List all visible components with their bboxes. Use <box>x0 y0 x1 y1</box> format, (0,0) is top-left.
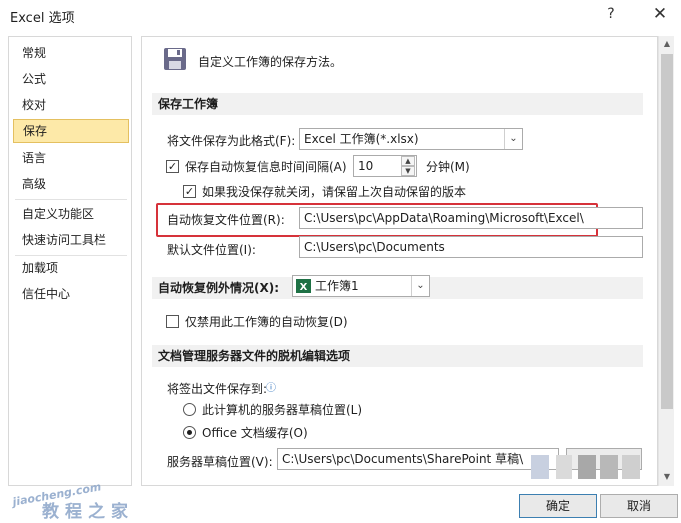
save-format-label: 将文件保存为此格式(F): <box>167 134 296 148</box>
scroll-thumb[interactable] <box>661 54 673 409</box>
excel-workbook-icon: X <box>296 279 311 293</box>
autorecover-label: 保存自动恢复信息时间间隔(A) <box>185 160 347 174</box>
help-button[interactable]: ? <box>598 2 624 26</box>
blurred-region <box>600 455 618 479</box>
close-button[interactable]: ✕ <box>647 2 673 26</box>
radio-selected-dot <box>187 430 192 435</box>
sidebar-item-save[interactable]: 保存 <box>13 119 129 143</box>
section-save-workbooks: 保存工作簿 <box>152 93 643 115</box>
checkout-save-label: 将签出文件保存到: <box>167 382 268 396</box>
autorecover-location-value: C:\Users\pc\AppData\Roaming\Microsoft\Ex… <box>304 211 584 225</box>
disable-autorecover-label: 仅禁用此工作簿的自动恢复(D) <box>185 315 348 329</box>
sidebar-item-trust-center[interactable]: 信任中心 <box>13 282 129 306</box>
exception-workbook-value: 工作簿1 <box>315 279 359 293</box>
save-format-dropdown[interactable]: Excel 工作簿(*.xlsx) ⌄ <box>299 128 523 150</box>
sidebar-divider <box>15 199 127 200</box>
chevron-down-icon[interactable]: ⌄ <box>411 276 429 296</box>
default-location-value: C:\Users\pc\Documents <box>304 240 445 254</box>
autorecover-location-input[interactable]: C:\Users\pc\AppData\Roaming\Microsoft\Ex… <box>299 207 643 229</box>
section-offline-editing: 文档管理服务器文件的脱机编辑选项 <box>152 345 643 367</box>
default-location-label: 默认文件位置(I): <box>167 243 256 257</box>
autorecover-exceptions-title: 自动恢复例外情况(X): <box>158 281 280 295</box>
blurred-region <box>578 455 596 479</box>
save-disk-icon <box>164 48 186 70</box>
window-title: Excel 选项 <box>10 11 75 26</box>
sidebar-item-general[interactable]: 常规 <box>13 41 129 65</box>
sidebar-item-advanced[interactable]: 高级 <box>13 172 129 196</box>
cancel-button[interactable]: 取消 <box>600 494 678 518</box>
sidebar-item-quick-access-toolbar[interactable]: 快速访问工具栏 <box>13 228 129 252</box>
spin-down-icon[interactable]: ▼ <box>401 166 415 176</box>
chevron-down-icon[interactable]: ⌄ <box>504 129 522 149</box>
server-drafts-radio[interactable] <box>183 403 196 416</box>
minutes-label: 分钟(M) <box>426 160 470 174</box>
scroll-up-icon[interactable]: ▲ <box>662 39 672 48</box>
keep-last-version-checkbox[interactable]: ✓ <box>183 185 196 198</box>
category-sidebar: 常规 公式 校对 保存 语言 高级 自定义功能区 快速访问工具栏 加载项 信任中… <box>8 36 132 486</box>
ok-button[interactable]: 确定 <box>519 494 597 518</box>
sidebar-item-customize-ribbon[interactable]: 自定义功能区 <box>13 202 129 226</box>
sidebar-item-language[interactable]: 语言 <box>13 146 129 170</box>
sidebar-item-formulas[interactable]: 公式 <box>13 67 129 91</box>
sidebar-item-proofing[interactable]: 校对 <box>13 93 129 117</box>
save-format-value: Excel 工作簿(*.xlsx) <box>304 132 419 146</box>
autorecover-minutes-value: 10 <box>358 159 374 173</box>
exception-workbook-dropdown[interactable]: X 工作簿1 ⌄ <box>292 275 430 297</box>
server-drafts-label: 此计算机的服务器草稿位置(L) <box>202 403 363 417</box>
autorecover-checkbox[interactable]: ✓ <box>166 160 179 173</box>
svg-text:X: X <box>300 282 308 293</box>
drafts-location-value: C:\Users\pc\Documents\SharePoint 草稿\ <box>282 452 524 466</box>
scroll-down-icon[interactable]: ▼ <box>662 472 672 481</box>
spin-up-icon[interactable]: ▲ <box>401 156 415 166</box>
vertical-scrollbar[interactable]: ▲ ▼ <box>658 36 674 486</box>
default-location-input[interactable]: C:\Users\pc\Documents <box>299 236 643 258</box>
blurred-region <box>622 455 640 479</box>
office-cache-radio[interactable] <box>183 426 196 439</box>
drafts-location-input[interactable]: C:\Users\pc\Documents\SharePoint 草稿\ <box>277 448 559 470</box>
info-icon: ⓘ <box>266 383 276 394</box>
keep-last-version-label: 如果我没保存就关闭，请保留上次自动保留的版本 <box>202 185 467 199</box>
office-cache-label: Office 文档缓存(O) <box>202 426 308 440</box>
autorecover-location-label: 自动恢复文件位置(R): <box>167 213 285 227</box>
title-bar: Excel 选项 ? ✕ <box>0 0 681 30</box>
watermark-text: 教程之家 <box>42 502 134 522</box>
blurred-region <box>556 455 572 479</box>
page-intro: 自定义工作簿的保存方法。 <box>198 55 343 69</box>
disable-autorecover-checkbox[interactable] <box>166 315 179 328</box>
blurred-region <box>531 455 549 479</box>
drafts-location-label: 服务器草稿位置(V): <box>167 455 273 469</box>
sidebar-item-add-ins[interactable]: 加载项 <box>13 256 129 280</box>
